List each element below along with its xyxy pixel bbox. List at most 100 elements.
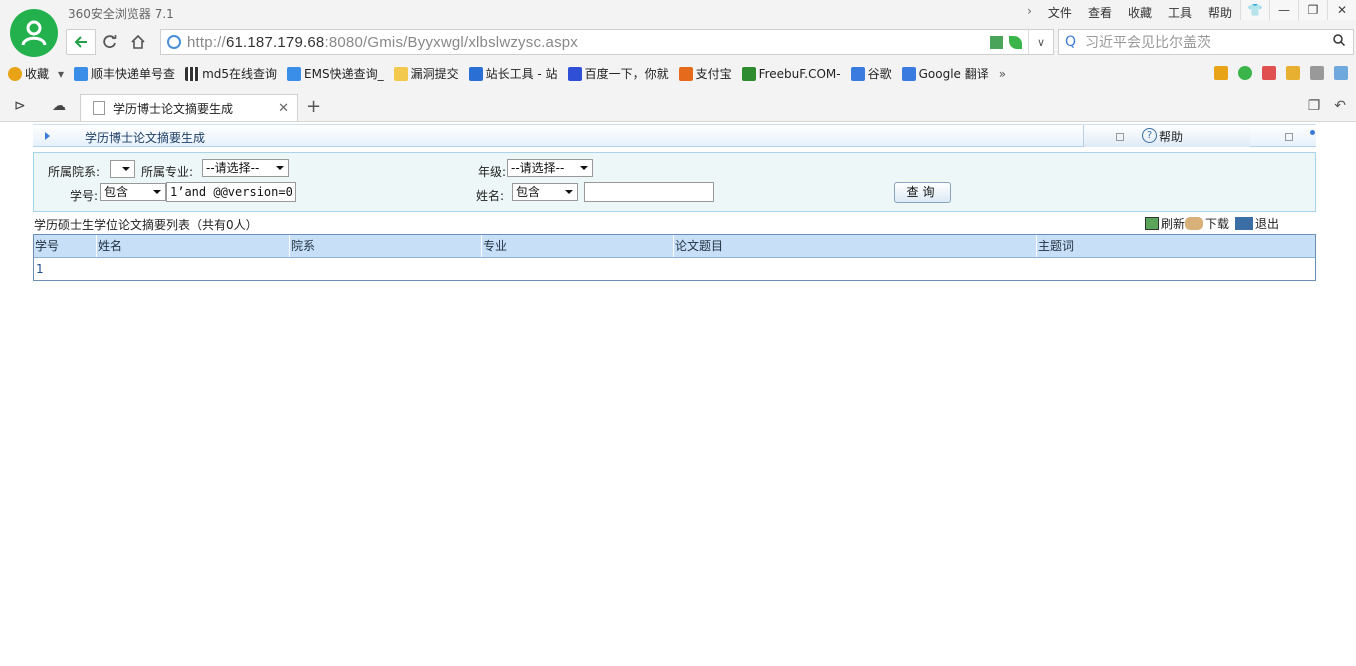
tab-active[interactable]: 学历博士论文摘要生成 ✕ <box>80 94 298 121</box>
page-number[interactable]: 1 <box>36 262 44 276</box>
clip-icon[interactable] <box>1286 66 1300 80</box>
search-input[interactable]: 习近平会见比尔盖茨 <box>1085 32 1211 52</box>
major-label: 所属专业: <box>141 165 194 179</box>
student-id-input[interactable]: 1’and @@version=0- <box>166 182 296 202</box>
cloud-icon[interactable]: ☁ <box>52 98 66 114</box>
refresh-button[interactable]: 刷新 <box>1145 215 1185 232</box>
name-mode-select[interactable]: 包含 <box>512 183 578 201</box>
cursor-icon[interactable] <box>1334 66 1348 80</box>
bookmark-item[interactable]: 支付宝 <box>678 65 732 82</box>
minimize-button[interactable]: — <box>1269 0 1298 20</box>
back-icon[interactable] <box>66 29 96 55</box>
column-header[interactable]: 主题词 <box>1037 235 1315 257</box>
square-icon <box>1285 133 1293 141</box>
skin-icon[interactable]: 👕 <box>1240 0 1269 20</box>
search-engine-icon[interactable]: Q <box>1065 34 1081 50</box>
arrow-right-icon <box>45 132 50 140</box>
money-icon[interactable] <box>1238 66 1252 80</box>
alipay-icon <box>678 66 693 81</box>
name-input[interactable] <box>584 182 714 202</box>
app-title: 360安全浏览器 7.1 <box>68 7 174 21</box>
dept-select[interactable] <box>110 160 135 178</box>
grade-label: 年级: <box>478 165 507 179</box>
bookmark-item[interactable]: EMS快递查询_ <box>287 65 384 82</box>
menu-tools[interactable]: 工具 <box>1168 4 1192 21</box>
column-header[interactable]: 院系 <box>290 235 482 257</box>
bookmark-item[interactable]: 站长工具 - 站 <box>468 65 558 82</box>
help-label: 帮助 <box>1159 130 1184 144</box>
dept-label: 所属院系: <box>48 165 101 179</box>
more-bookmarks-icon[interactable]: » <box>999 67 1006 81</box>
menu-view[interactable]: 查看 <box>1088 4 1112 21</box>
maximize-button[interactable]: ❐ <box>1298 0 1327 20</box>
chevron-down-icon[interactable]: ∨ <box>1028 30 1053 54</box>
user-avatar-icon[interactable] <box>10 9 58 57</box>
reload-icon[interactable] <box>96 29 124 55</box>
help-link[interactable]: ? 帮助 <box>1083 125 1250 147</box>
home-icon[interactable] <box>124 29 152 55</box>
grid-icon <box>185 66 200 81</box>
menu-help[interactable]: 帮助 <box>1208 4 1232 21</box>
game-icon[interactable] <box>1310 66 1324 80</box>
sidebar-toggle-icon[interactable]: ⊳ <box>14 98 26 114</box>
menu-file[interactable]: 文件 <box>1048 4 1072 21</box>
search-icon[interactable] <box>1333 34 1346 50</box>
list-actions: 刷新 下载 退出 <box>1145 215 1279 232</box>
exit-button[interactable]: 退出 <box>1235 215 1279 232</box>
bookmark-item[interactable]: FreebuF.COM- <box>741 66 841 81</box>
page-content: 学历博士论文摘要生成 ? 帮助 所属院系: 所属专业: --请选择-- 年级: … <box>0 122 1356 666</box>
name-label: 姓名: <box>476 189 505 203</box>
close-window-button[interactable]: ✕ <box>1327 0 1356 20</box>
bookmark-item[interactable]: 漏洞提交 <box>393 65 459 82</box>
bookmark-item[interactable]: 谷歌 <box>850 65 892 82</box>
search-box[interactable]: Q 习近平会见比尔盖茨 <box>1058 29 1354 55</box>
bookmark-favorites[interactable]: 收藏 ▾ <box>8 65 64 82</box>
filter-panel: 所属院系: 所属专业: --请选择-- 年级: --请选择-- 学号: 包含 1… <box>33 152 1316 212</box>
hand-pointer-icon <box>1185 217 1204 230</box>
square-icon <box>1116 133 1124 141</box>
major-select[interactable]: --请选择-- <box>202 159 289 177</box>
tab-list-icon[interactable]: ❐ <box>1308 98 1321 114</box>
column-header[interactable]: 论文题目 <box>674 235 1037 257</box>
tab-title: 学历博士论文摘要生成 <box>113 101 234 116</box>
page-security-icon <box>167 35 181 49</box>
bookmark-item[interactable]: Google 翻译 <box>901 65 989 82</box>
menu-bar: › 文件 查看 收藏 工具 帮助 <box>1027 4 1232 21</box>
download-button[interactable]: 下载 <box>1185 215 1229 232</box>
baidu-icon <box>567 66 582 81</box>
leaf-icon[interactable] <box>1009 35 1022 49</box>
refresh-icon <box>1145 217 1159 230</box>
student-id-mode-select[interactable]: 包含 <box>100 183 166 201</box>
apps-icon[interactable] <box>1214 66 1228 80</box>
new-tab-button[interactable]: + <box>306 96 321 117</box>
undo-close-icon[interactable]: ↶ <box>1334 98 1346 114</box>
qr-code-icon[interactable] <box>990 35 1003 49</box>
pdf-icon[interactable] <box>1262 66 1276 80</box>
extensions-bar <box>1214 66 1348 80</box>
site-icon <box>74 66 89 81</box>
exit-icon <box>1235 217 1254 230</box>
document-icon <box>93 101 105 115</box>
bookmarks-bar: 收藏 ▾ 顺丰快递单号查 md5在线查询 EMS快递查询_ 漏洞提交 站长工具 -… <box>8 65 1006 82</box>
google-icon <box>850 66 865 81</box>
bookmark-item[interactable]: 顺丰快递单号查 <box>74 65 175 82</box>
query-button[interactable]: 查询 <box>894 182 951 203</box>
browser-chrome: 360安全浏览器 7.1 › 文件 查看 收藏 工具 帮助 👕 — ❐ ✕ ht… <box>0 0 1356 122</box>
bookmark-item[interactable]: md5在线查询 <box>185 65 277 82</box>
address-bar[interactable]: http://61.187.179.68:8080/Gmis/Byyxwgl/x… <box>160 29 1054 55</box>
chevron-right-icon[interactable]: › <box>1027 4 1032 21</box>
translate-icon <box>901 66 916 81</box>
table-row[interactable]: 1 <box>34 258 1315 280</box>
bookmark-item[interactable]: 百度一下，你就 <box>567 65 669 82</box>
student-id-label: 学号: <box>70 189 99 203</box>
close-tab-icon[interactable]: ✕ <box>278 101 289 116</box>
url-text[interactable]: http://61.187.179.68:8080/Gmis/Byyxwgl/x… <box>187 34 578 51</box>
nav-buttons <box>66 29 152 55</box>
column-header[interactable]: 姓名 <box>97 235 290 257</box>
menu-favorites[interactable]: 收藏 <box>1128 4 1152 21</box>
grade-select[interactable]: --请选择-- <box>507 159 593 177</box>
column-header[interactable]: 学号 <box>34 235 97 257</box>
column-header[interactable]: 专业 <box>482 235 674 257</box>
page-title: 学历博士论文摘要生成 <box>85 131 206 145</box>
star-icon <box>8 66 22 81</box>
